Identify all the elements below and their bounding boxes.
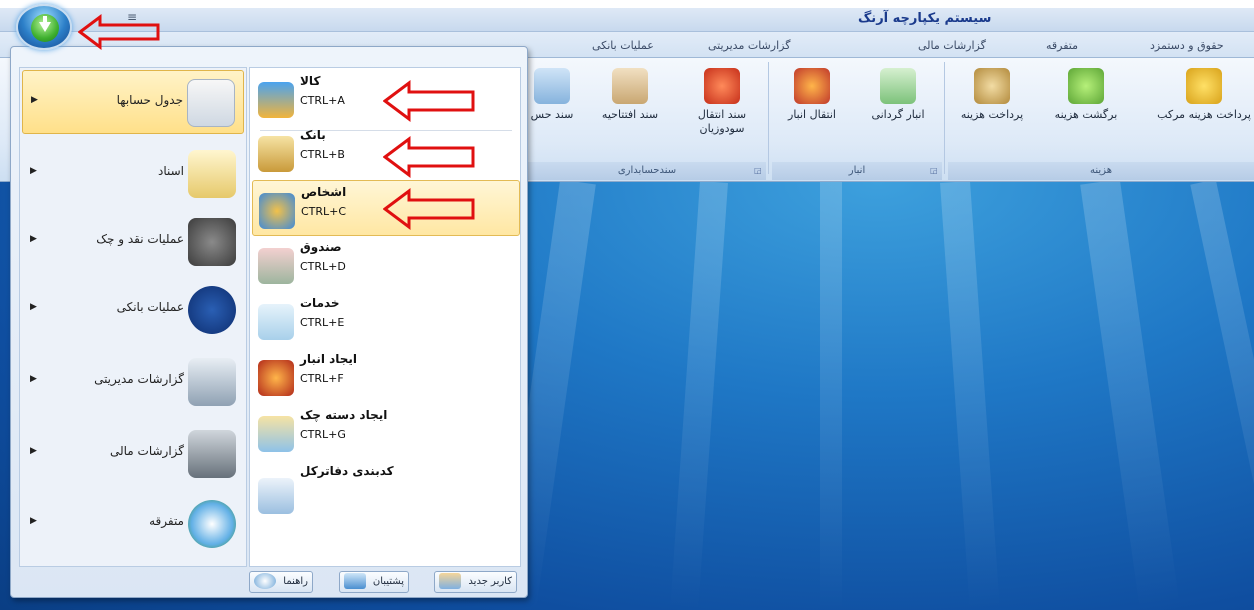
annotation-arrow (383, 80, 475, 122)
title-bar: ≡ سیستم یکپارچه آرنگ (0, 8, 1254, 32)
tab-management-reports[interactable]: گزارشات مدیریتی (708, 39, 790, 52)
menu-categories: جدول حسابها ▶ اسناد ▶ عملیات نقد و چک ▶ … (19, 67, 247, 567)
warehouse-forklift-icon (258, 360, 294, 396)
menu-item-financial-reports[interactable]: گزارشات مالی ▶ (22, 422, 244, 486)
app-title: سیستم یکپارچه آرنگ (858, 11, 992, 26)
checkbook-bank-icon (258, 416, 294, 452)
submenu-item-create-checkbook[interactable]: ایجاد دسته چک CTRL+G (252, 404, 520, 460)
bank-icon (258, 136, 294, 172)
calculator-grid-icon (188, 430, 236, 478)
tab-banking[interactable]: عملیات بانکی (592, 39, 654, 52)
annotation-arrow (383, 136, 475, 178)
shortcut-label: CTRL+A (300, 94, 345, 107)
shortcut-label: CTRL+B (300, 148, 345, 161)
annotation-arrow (78, 14, 160, 50)
group-accounting-doc: سندحسابداری (528, 162, 766, 180)
group-launcher-icon[interactable]: ◲ (930, 166, 938, 175)
menu-item-misc[interactable]: متفرقه ▶ (22, 492, 244, 556)
light-ray (1080, 182, 1180, 610)
money-return-icon (1068, 68, 1104, 104)
shortcut-label: CTRL+F (300, 372, 344, 385)
shortcut-label: CTRL+G (300, 428, 346, 441)
expense-payment-button[interactable]: پرداخت هزینه (952, 68, 1032, 122)
group-warehouse: انبار (772, 162, 942, 180)
compound-expense-payment-button[interactable]: پرداخت هزینه مرکب (1156, 68, 1252, 122)
submenu-arrow-icon: ▶ (31, 95, 38, 105)
app-window: ≡ سیستم یکپارچه آرنگ حقوق و دستمزد متفرق… (0, 0, 1254, 610)
light-ray (670, 182, 728, 610)
new-user-button[interactable]: کاربر جدید (434, 571, 517, 593)
inventory-count-button[interactable]: انبار گردانی (858, 68, 938, 122)
ribbon-separator (768, 62, 769, 174)
people-icon (259, 193, 295, 229)
notebook-pen-icon (258, 478, 294, 514)
printer-icon (188, 358, 236, 406)
submenu-arrow-icon: ▶ (30, 234, 37, 244)
submenu-item-services[interactable]: خدمات CTRL+E (252, 292, 520, 348)
tab-misc[interactable]: متفرقه (1046, 39, 1078, 52)
shortcut-label: CTRL+D (300, 260, 346, 273)
tab-payroll[interactable]: حقوق و دستمزد (1150, 39, 1224, 52)
tab-financial-reports[interactable]: گزارشات مالی (918, 39, 986, 52)
forklift-icon (794, 68, 830, 104)
submenu-arrow-icon: ▶ (30, 374, 37, 384)
submenu-arrow-icon: ▶ (30, 516, 37, 526)
ribbon-separator (944, 62, 945, 174)
notepad-icon (188, 150, 236, 198)
cash-register-icon (258, 248, 294, 284)
warehouse-transfer-button[interactable]: انتقال انبار (776, 68, 848, 122)
menu-item-documents[interactable]: اسناد ▶ (22, 142, 244, 206)
menu-item-management-reports[interactable]: گزارشات مدیریتی ▶ (22, 350, 244, 414)
new-user-icon (439, 573, 462, 589)
group-launcher-icon[interactable]: ◲ (754, 166, 762, 175)
shortcut-label: CTRL+E (300, 316, 345, 329)
menu-item-banking[interactable]: عملیات بانکی ▶ (22, 278, 244, 342)
opening-doc-button[interactable]: سند افتتاحیه (590, 68, 670, 122)
submenu-item-general-ledger-coding[interactable]: کدبندی دفاترکل (252, 460, 520, 530)
service-doc-icon (258, 304, 294, 340)
help-icon (254, 573, 277, 589)
annotation-arrow (383, 188, 475, 230)
light-ray (1190, 182, 1254, 606)
light-ray (820, 182, 842, 610)
submenu-arrow-icon: ▶ (30, 302, 37, 312)
accounting-doc-button[interactable]: سند حس (528, 68, 576, 122)
document-icon (534, 68, 570, 104)
menu-item-chart-of-accounts[interactable]: جدول حسابها ▶ (22, 70, 244, 134)
calculator-icon (188, 218, 236, 266)
gift-box-icon (258, 82, 294, 118)
application-orb-button[interactable] (16, 4, 72, 50)
backup-button[interactable]: پشتیبان (338, 571, 409, 593)
application-menu: جدول حسابها ▶ اسناد ▶ عملیات نقد و چک ▶ … (10, 46, 528, 598)
inventory-sheet-icon (880, 68, 916, 104)
download-arrow-icon (31, 14, 59, 42)
clock-dollar-icon (188, 500, 236, 548)
expense-return-button[interactable]: برگشت هزینه (1046, 68, 1126, 122)
car-dollar-icon (704, 68, 740, 104)
backup-icon (343, 573, 366, 589)
menu-footer: کاربر جدید پشتیبان راهنما (19, 571, 521, 595)
menu-item-cash-cheque[interactable]: عملیات نقد و چک ▶ (22, 210, 244, 274)
submenu-item-cashbox[interactable]: صندوق CTRL+D (252, 236, 520, 292)
money-bag-icon (974, 68, 1010, 104)
submenu-arrow-icon: ▶ (30, 166, 37, 176)
light-ray (940, 182, 1000, 610)
clipboard-icon (612, 68, 648, 104)
shortcut-label: CTRL+C (301, 205, 347, 218)
profit-loss-transfer-doc-button[interactable]: سند انتقال سودوزیان (682, 68, 762, 136)
help-button[interactable]: راهنما (249, 571, 313, 593)
submenu-arrow-icon: ▶ (30, 446, 37, 456)
home-icon (188, 286, 236, 334)
submenu-item-create-warehouse[interactable]: ایجاد انبار CTRL+F (252, 348, 520, 404)
group-expense: هزینه (948, 162, 1254, 180)
calendar-table-icon (187, 79, 235, 127)
coins-hand-icon (1186, 68, 1222, 104)
